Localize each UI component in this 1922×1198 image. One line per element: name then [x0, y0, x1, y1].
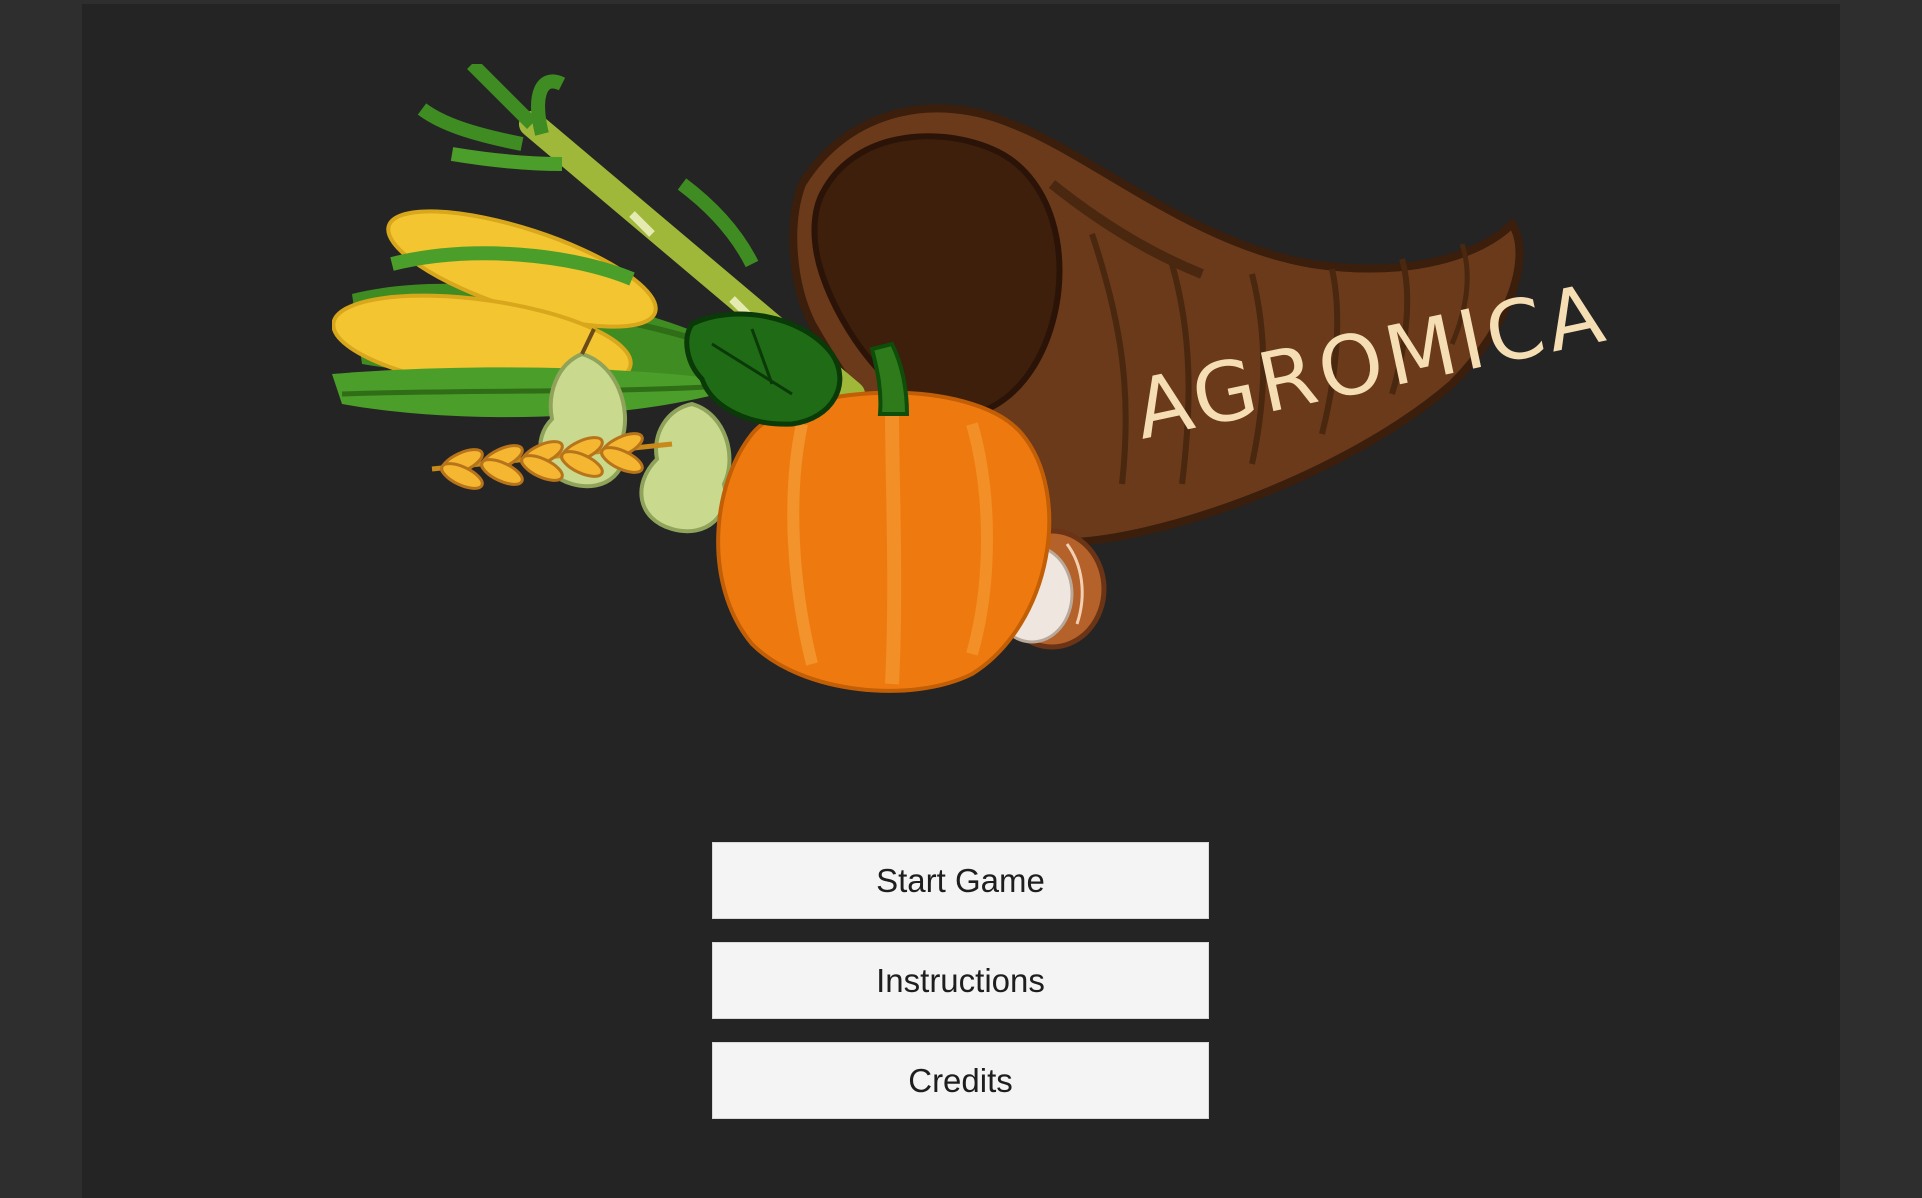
game-window: AGROMICA Start Game Instructions Credits [0, 0, 1922, 1198]
corn-icon [332, 209, 764, 418]
instructions-button[interactable]: Instructions [712, 942, 1209, 1019]
cornucopia-logo: AGROMICA [332, 64, 1616, 693]
credits-button[interactable]: Credits [712, 1042, 1209, 1119]
main-menu: Start Game Instructions Credits [712, 842, 1209, 1142]
main-menu-screen: AGROMICA Start Game Instructions Credits [82, 4, 1840, 1198]
start-game-button[interactable]: Start Game [712, 842, 1209, 919]
